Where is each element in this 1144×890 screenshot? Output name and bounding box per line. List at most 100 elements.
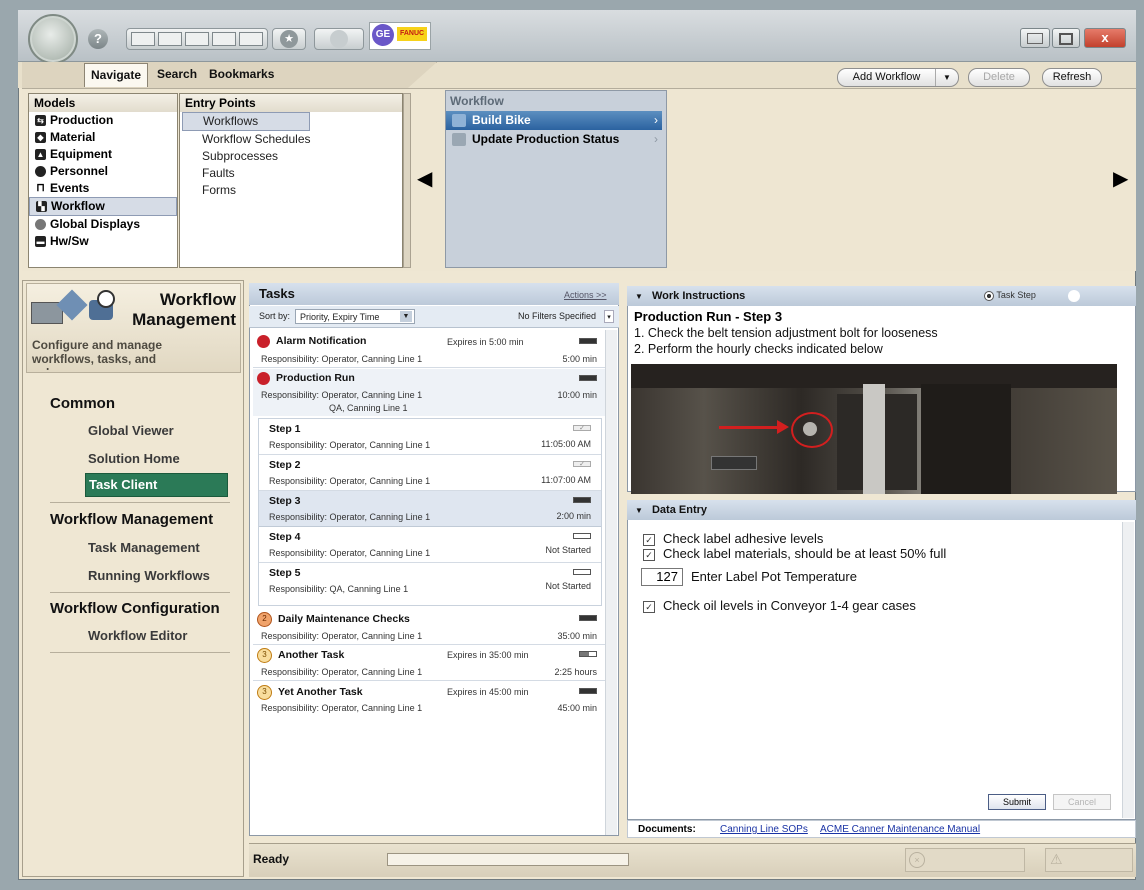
close-button[interactable]: x [1084,28,1126,48]
model-equipment[interactable]: ▲ Equipment [29,146,177,163]
chevron-down-icon[interactable]: ▼ [935,69,958,86]
layout-4-icon[interactable] [212,32,236,46]
entry-faults[interactable]: Faults [180,165,402,182]
check-oil-label: Check oil levels in Conveyor 1-4 gear ca… [663,598,916,613]
scroll-left-icon[interactable]: ◀ [417,166,432,191]
cancel-button[interactable]: Cancel [1053,794,1111,810]
sort-select[interactable]: Priority, Expiry Time ▼ [295,309,415,324]
entry-subprocesses[interactable]: Subprocesses [180,148,402,165]
favorites-button[interactable]: ★ [272,28,306,50]
progress-icon [573,497,591,503]
scroll-right-icon[interactable]: ▶ [1113,166,1128,191]
task-expires: Expires in 45:00 min [447,687,529,697]
nav-forward-button[interactable] [314,28,364,50]
cancel-icon: × [909,852,925,868]
filter-dropdown-icon[interactable]: ▾ [604,310,614,323]
workflow-update-production-status[interactable]: Update Production Status › [446,130,662,149]
entry-workflows[interactable]: Workflows [182,112,310,131]
step-title: Step 4 [269,531,301,543]
doc-link-canning-line-sops[interactable]: Canning Line SOPs [720,824,808,835]
layout-1-icon[interactable] [131,32,155,46]
chevron-down-icon: ▼ [400,311,412,322]
nav-workflow-editor[interactable]: Workflow Editor [88,628,187,643]
actions-link[interactable]: Actions >> [564,290,607,300]
submit-button[interactable]: Submit [988,794,1046,810]
collapse-icon[interactable]: ▼ [635,292,643,301]
cancel-operation-button[interactable]: × [905,848,1025,872]
nav-task-client[interactable]: Task Client [85,473,228,497]
subtitle-line-2: workflows, tasks, and [32,352,157,366]
task-daily-maintenance-checks[interactable]: 2 Daily Maintenance Checks Responsibility… [253,609,605,645]
task-step-3[interactable]: Step 3 Responsibility: Operator, Canning… [259,491,601,527]
collapse-icon[interactable]: ▼ [635,506,643,515]
task-alarm-notification[interactable]: Alarm Notification Expires in 5:00 min R… [253,332,605,368]
data-entry-scrollbar[interactable] [1122,522,1134,818]
model-events-label: Events [50,181,90,195]
model-global-displays[interactable]: Global Displays [29,216,177,233]
add-workflow-button[interactable]: Add Workflow ▼ [837,68,959,87]
section-workflow-management: Workflow Management [50,511,214,528]
add-workflow-label: Add Workflow [852,71,921,83]
model-production[interactable]: ⇆ Production [29,112,177,129]
layout-5-icon[interactable] [239,32,263,46]
restore-button[interactable] [1020,28,1050,48]
tasks-title: Tasks [259,286,295,301]
app-orb-button[interactable] [28,14,78,64]
progress-icon [573,569,591,575]
nav-solution-home[interactable]: Solution Home [88,451,180,466]
task-step-1[interactable]: Step 1 ✓ Responsibility: Operator, Canni… [259,419,601,455]
filter-label[interactable]: No Filters Specified [518,311,596,321]
entry-workflow-schedules[interactable]: Workflow Schedules [180,131,402,148]
data-entry-title: Data Entry [651,504,708,516]
step-title: Step 5 [269,567,301,579]
status-text: Ready [253,852,290,866]
workflow-build-bike[interactable]: Build Bike › [446,111,662,130]
layout-2-icon[interactable] [158,32,182,46]
nav-running-workflows[interactable]: Running Workflows [88,568,210,583]
model-material[interactable]: ◆ Material [29,129,177,146]
model-hwsw[interactable]: ▬ Hw/Sw [29,233,177,250]
check-materials-checkbox[interactable]: ✓ [643,548,655,561]
instruction-line-1: 1. Check the belt tension adjustment bol… [634,326,938,340]
model-hwsw-label: Hw/Sw [50,234,89,248]
nav-task-management[interactable]: Task Management [88,540,200,555]
task-duration: 2:25 hours [554,667,597,677]
help-icon[interactable]: ? [88,29,108,49]
task-step-5[interactable]: Step 5 Responsibility: QA, Canning Line … [259,563,601,603]
maximize-button[interactable] [1052,28,1080,48]
tab-bookmarks[interactable]: Bookmarks [203,63,280,87]
tasks-scrollbar[interactable] [605,330,617,835]
task-step-2[interactable]: Step 2 ✓ Responsibility: Operator, Canni… [259,455,601,491]
tab-search[interactable]: Search [151,63,203,87]
task-step-radio[interactable]: Task Step [984,290,1036,301]
task-another-task[interactable]: 3 Another Task Expires in 35:00 min Respo… [253,645,605,681]
task-duration: 35:00 min [557,631,597,641]
models-list: Models ⇆ Production ◆ Material ▲ Equipment … [28,93,178,268]
task-production-run[interactable]: Production Run Responsibility: Operator,… [253,369,605,416]
refresh-button[interactable]: Refresh [1042,68,1102,87]
nav-global-viewer[interactable]: Global Viewer [88,423,174,438]
delete-button[interactable]: Delete [968,68,1030,87]
layout-3-icon[interactable] [185,32,209,46]
production-icon: ⇆ [35,115,46,126]
hardware-icon: ▬ [35,236,46,247]
model-workflow[interactable]: ▚ Workflow [29,197,177,216]
workflow-management-header: Workflow Management Configure and manage… [26,283,241,373]
warnings-button[interactable]: ⚠ [1045,848,1133,872]
entry-points-scrollbar[interactable] [403,93,411,268]
check-oil-checkbox[interactable]: ✓ [643,600,655,613]
restore-icon [1027,33,1043,44]
entry-forms[interactable]: Forms [180,182,402,199]
tab-navigate[interactable]: Navigate [84,63,149,87]
section-common: Common [50,395,115,412]
task-step-4[interactable]: Step 4 Responsibility: Operator, Canning… [259,527,601,563]
step-duration: Not Started [545,581,591,591]
maximize-icon [1059,33,1073,45]
temperature-input[interactable]: 127 [641,568,683,586]
doc-link-maintenance-manual[interactable]: ACME Canner Maintenance Manual [820,824,980,835]
model-events[interactable]: ⊓ Events [29,180,177,197]
radio-unselected-icon[interactable] [1068,290,1080,302]
check-adhesive-checkbox[interactable]: ✓ [643,533,655,546]
task-yet-another-task[interactable]: 3 Yet Another Task Expires in 45:00 min R… [253,682,605,718]
model-personnel[interactable]: Personnel [29,163,177,180]
